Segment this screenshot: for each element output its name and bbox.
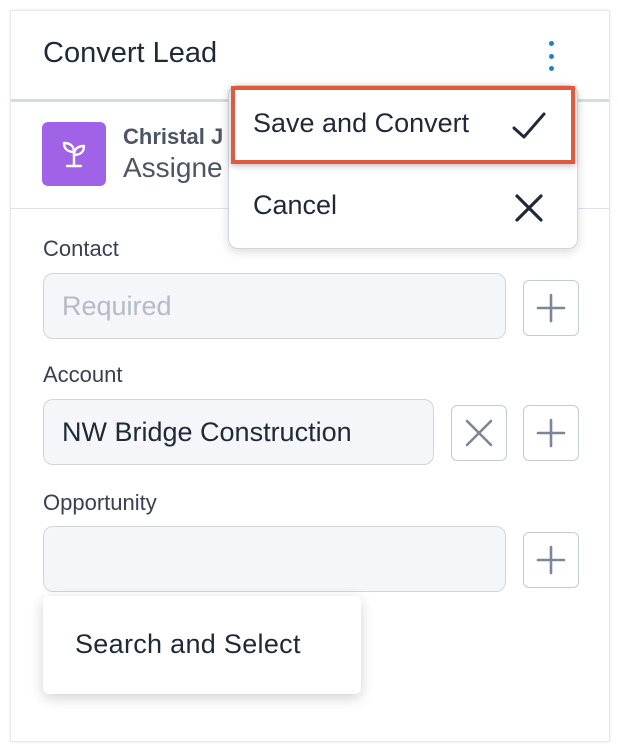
seedling-icon: [62, 141, 86, 168]
close-icon: [515, 194, 543, 222]
save-and-convert-menu-item[interactable]: Save and Convert: [229, 86, 577, 166]
account-input[interactable]: NW Bridge Construction: [43, 399, 434, 465]
plus-icon: [536, 293, 566, 323]
checkmark-icon: [512, 112, 546, 139]
cancel-menu-item[interactable]: Cancel: [229, 168, 577, 248]
save-and-convert-label: Save and Convert: [253, 108, 470, 138]
search-and-select-option[interactable]: Search and Select: [75, 629, 301, 660]
account-label: Account: [43, 362, 123, 387]
close-icon: [465, 419, 493, 447]
panel-title: Convert Lead: [43, 37, 218, 69]
assignee-name: Christal J: [123, 124, 224, 149]
convert-lead-panel: Convert Lead Christal J Assigne Contact …: [10, 10, 610, 742]
add-opportunity-button[interactable]: [523, 532, 579, 588]
cancel-label: Cancel: [253, 190, 338, 220]
actions-dropdown-menu: Save and Convert Cancel: [228, 85, 578, 249]
plus-icon: [536, 418, 566, 448]
plus-icon: [536, 545, 566, 575]
contact-input[interactable]: Required: [43, 273, 506, 339]
contact-label: Contact: [43, 236, 119, 261]
opportunity-input[interactable]: [43, 526, 506, 592]
kebab-menu-icon[interactable]: [537, 41, 565, 71]
opportunity-label: Opportunity: [43, 490, 157, 515]
search-and-select-popup: Search and Select: [43, 596, 361, 694]
add-account-button[interactable]: [523, 405, 579, 461]
avatar: [42, 122, 106, 186]
assignee-role: Assigne: [123, 152, 223, 183]
add-contact-button[interactable]: [523, 280, 579, 336]
clear-account-button[interactable]: [451, 405, 507, 461]
